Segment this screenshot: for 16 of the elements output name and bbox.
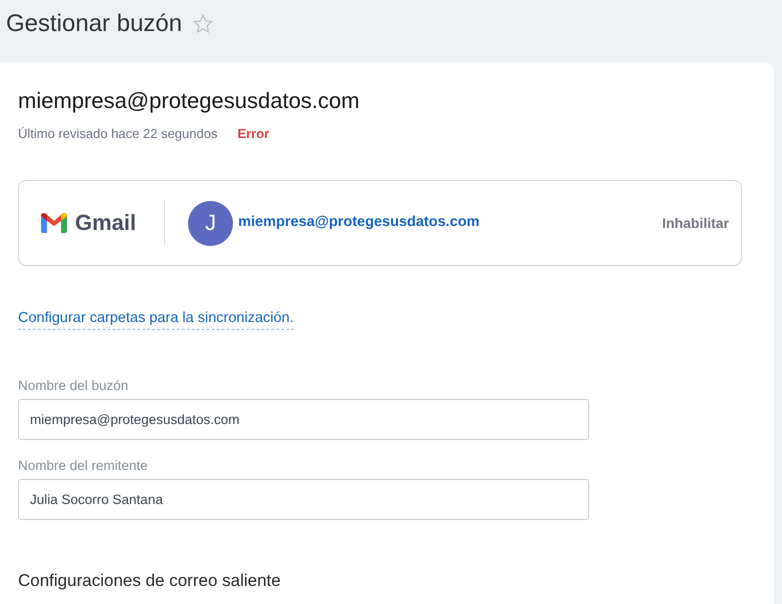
page-title: Gestionar buzón <box>6 10 182 38</box>
field-label: Nombre del remitente <box>18 458 149 473</box>
section-heading: Configuraciones de correo saliente <box>18 571 282 591</box>
account-email: miempresa@protegesusdatos.com <box>238 214 480 230</box>
provider-name: Gmail <box>75 210 136 236</box>
avatar: J <box>188 200 234 246</box>
mailbox-address: miempresa@protegesusdatos.com <box>18 88 360 114</box>
sync-folders-link[interactable]: Configurar carpetas para la sincronización. <box>18 310 294 330</box>
input-field[interactable]: miempresa@protegesusdatos.com <box>18 399 589 440</box>
input-field[interactable]: Julia Socorro Santana <box>18 479 589 520</box>
status-text: Error <box>237 126 270 141</box>
disable-button[interactable]: Inhabilitar <box>662 215 729 231</box>
last-checked-text: Último revisado hace 22 segundos <box>18 126 218 141</box>
field-label: Nombre del buzón <box>18 378 130 393</box>
mail-logo-icon <box>41 213 67 233</box>
star-icon[interactable] <box>192 13 214 35</box>
